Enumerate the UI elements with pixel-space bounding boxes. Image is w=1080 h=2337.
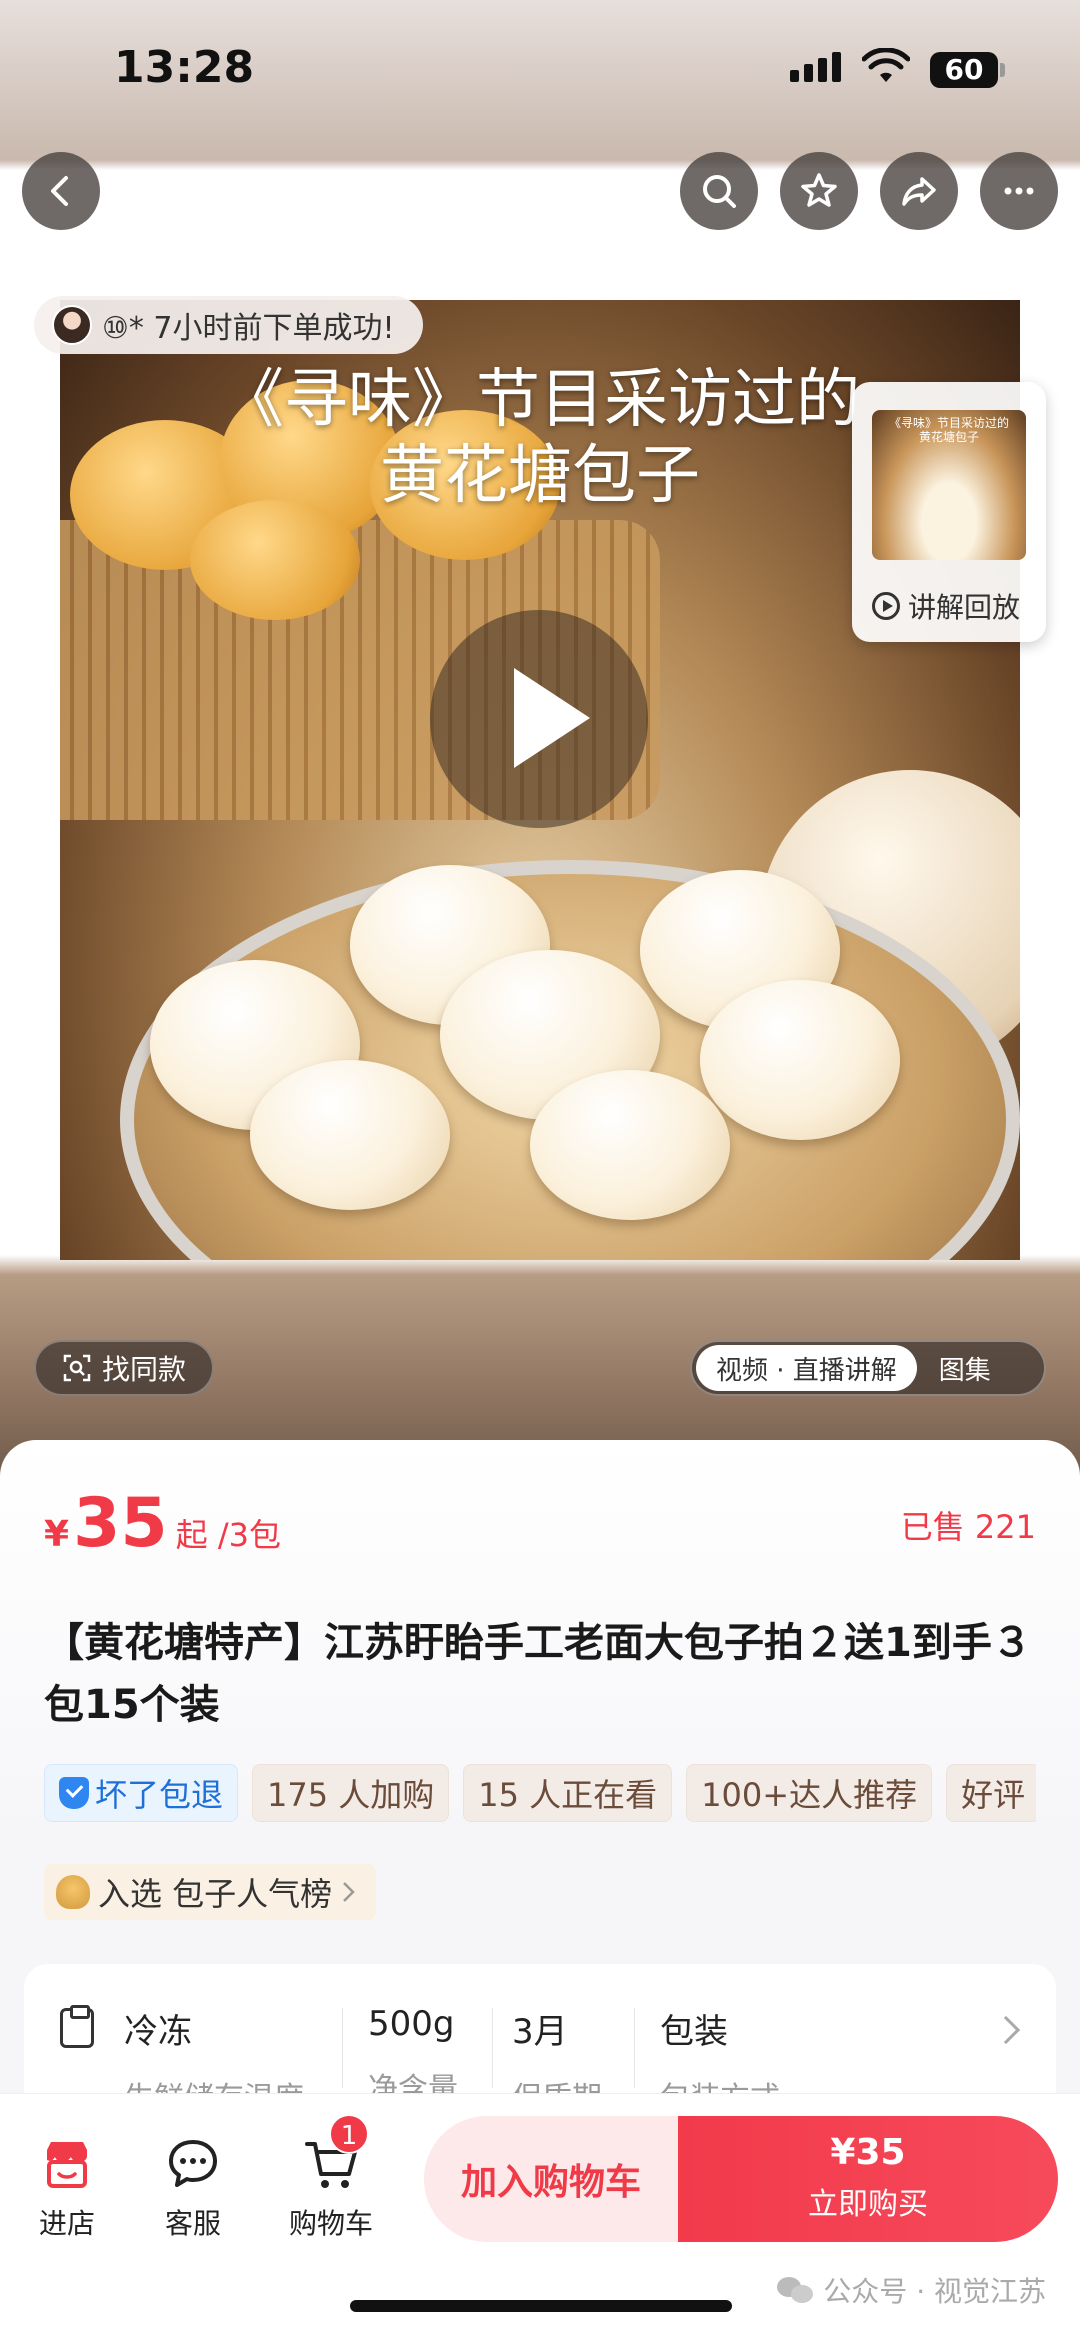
tag-reviews: 好评 (946, 1764, 1036, 1822)
wifi-icon (862, 48, 910, 82)
replay-thumbnail: 《寻味》节目采访过的 黄花塘包子 (872, 410, 1026, 560)
trophy-icon (56, 1875, 90, 1909)
chat-icon (165, 2136, 221, 2192)
more-button[interactable] (980, 152, 1058, 230)
steamed-bun (530, 1070, 730, 1220)
cart-label: 购物车 (288, 2207, 373, 2240)
clipboard-icon (60, 2005, 94, 2048)
tag-cart-adds: 175 人加购 (252, 1764, 450, 1822)
share-icon (902, 177, 936, 206)
find-similar-label: 找同款 (102, 1353, 187, 1386)
wechat-icon (777, 2275, 815, 2305)
divider (492, 2008, 493, 2088)
tab-gallery[interactable]: 图集 (917, 1350, 1013, 1387)
avatar (52, 305, 92, 345)
replay-thumb-title-1: 《寻味》节目采访过的 (888, 416, 1009, 430)
replay-label: 讲解回放 (872, 586, 1020, 626)
more-icon (1004, 187, 1034, 195)
service-label: 客服 (164, 2207, 221, 2240)
back-button[interactable] (22, 152, 100, 230)
price-value: 35 (73, 1484, 168, 1563)
replay-label-text: 讲解回放 (908, 591, 1021, 624)
live-replay-card[interactable]: 《寻味》节目采访过的 黄花塘包子 讲解回放 (852, 382, 1046, 642)
shield-check-icon (59, 1777, 89, 1809)
spec-value: 冷冻 (124, 2012, 192, 2052)
price-currency: ¥ (44, 1514, 70, 1555)
play-circle-icon (872, 592, 900, 620)
cellular-signal-icon (790, 52, 841, 82)
status-time: 13:28 (114, 42, 255, 93)
steamed-bun (250, 1060, 450, 1210)
price: ¥ 35 起 /3包 (44, 1484, 281, 1563)
product-media-area: 13:28 60 《寻味》节目采访过的 黄花塘包子 ⑩* 7小时前下单成功! 《… (0, 0, 1080, 1480)
ranking-badge[interactable]: 入选 包子人气榜 (44, 1864, 377, 1920)
media-tabs: 视频 · 直播讲解 图集 (690, 1340, 1046, 1396)
customer-service-button[interactable]: 客服 (138, 2136, 248, 2242)
spec-value: 包装 (660, 2012, 728, 2052)
home-indicator[interactable] (350, 2300, 732, 2312)
tag-influencer: 100+达人推荐 (686, 1764, 933, 1822)
steamed-bun (700, 980, 900, 1140)
back-icon (51, 176, 68, 206)
recent-order-notice: ⑩* 7小时前下单成功! (34, 296, 423, 354)
buy-now-button[interactable]: ¥35 立即购买 (678, 2116, 1058, 2242)
share-button[interactable] (880, 152, 958, 230)
tag-label: 坏了包退 (95, 1776, 224, 1814)
golden-bun (190, 500, 360, 620)
shop-label: 进店 (38, 2207, 95, 2240)
spec-value: 3月 (512, 2012, 568, 2052)
guarantee-tag[interactable]: 坏了包退 (44, 1764, 239, 1822)
product-tags: 坏了包退 175 人加购 15 人正在看 100+达人推荐 好评 (44, 1764, 1036, 1824)
play-icon[interactable] (430, 610, 648, 828)
store-icon (39, 2136, 95, 2192)
cart-icon: 1 (303, 2114, 369, 2192)
status-bar: 13:28 60 (0, 0, 1080, 140)
divider (634, 2008, 635, 2088)
cart-count-badge: 1 (329, 2114, 369, 2154)
favorite-button[interactable] (780, 152, 858, 230)
scan-search-icon (63, 1354, 91, 1382)
star-icon (801, 173, 837, 207)
watermark-text: 公众号 · 视觉江苏 (823, 2275, 1046, 2308)
ranking-text: 入选 包子人气榜 (98, 1875, 333, 1913)
product-title: 【黄花塘特产】江苏盱眙手工老面大包子拍２送1到手３包15个装 (44, 1620, 1032, 1728)
chevron-right-icon (991, 2015, 1021, 2045)
tag-viewers: 15 人正在看 (463, 1764, 673, 1822)
search-icon (703, 175, 736, 208)
price-suffix: 起 /3包 (175, 1516, 282, 1554)
sold-count: 已售 221 (900, 1508, 1036, 1546)
tab-video-live[interactable]: 视频 · 直播讲解 (696, 1345, 917, 1391)
spec-value: 500g (368, 2004, 455, 2044)
buy-now-label: 立即购买 (808, 2187, 928, 2222)
find-similar-button[interactable]: 找同款 (34, 1340, 215, 1396)
battery-icon: 60 (930, 52, 1005, 88)
watermark: 公众号 · 视觉江苏 (777, 2270, 1046, 2310)
divider (342, 2008, 343, 2088)
add-to-cart-button[interactable]: 加入购物车 (424, 2116, 678, 2242)
replay-thumb-title-2: 黄花塘包子 (918, 430, 979, 444)
cart-button[interactable]: 1 购物车 (276, 2114, 386, 2242)
recent-order-text: ⑩* 7小时前下单成功! (102, 311, 395, 346)
search-button[interactable] (680, 152, 758, 230)
buy-now-price: ¥35 (830, 2132, 906, 2173)
chevron-right-icon (343, 1882, 355, 1902)
shop-button[interactable]: 进店 (12, 2136, 122, 2242)
